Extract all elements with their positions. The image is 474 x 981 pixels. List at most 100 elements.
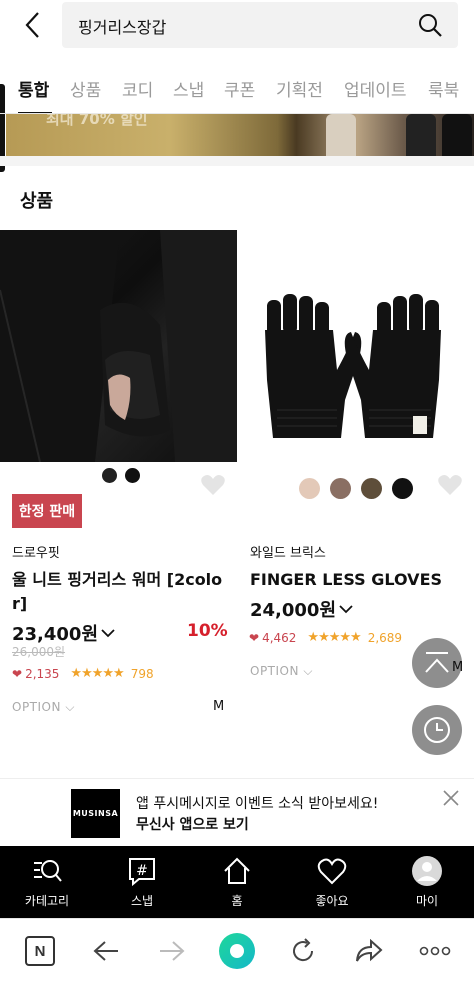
search-icon[interactable]: [416, 11, 444, 39]
promo-message: 앱 푸시메시지로 이벤트 소식 받아보세요!: [136, 796, 379, 812]
tab-lookbook[interactable]: 룩북: [428, 76, 459, 101]
refresh-icon: [293, 938, 314, 962]
option-label: OPTION: [250, 664, 299, 678]
chevron-down-icon: ⌵: [303, 664, 313, 678]
tab-update[interactable]: 업데이트: [344, 76, 407, 101]
clock-icon: [424, 717, 450, 743]
brand-name[interactable]: 드로우핏: [12, 542, 60, 561]
search-tabs: 통합 상품 코디 스냅 쿠폰 기획전 업데이트 룩북: [0, 64, 474, 114]
option-label: OPTION: [12, 700, 61, 714]
nav-label: 스냅: [130, 894, 154, 908]
banner-model: [442, 114, 472, 156]
nav-label: 마이: [415, 894, 439, 908]
nav-category[interactable]: 카테고리: [7, 854, 87, 909]
back-button[interactable]: [14, 8, 50, 42]
browser-back-button[interactable]: [88, 933, 124, 969]
browser-forward-button[interactable]: [154, 933, 190, 969]
profile-icon: [410, 854, 444, 888]
nav-snap[interactable]: # 스냅: [102, 854, 182, 909]
search-query-text: 핑거리스장갑: [78, 18, 167, 37]
browser-share-button[interactable]: [351, 933, 387, 969]
open-app-link[interactable]: 무신사 앱으로 보기: [136, 814, 249, 834]
tab-coupon[interactable]: 쿠폰: [224, 76, 255, 101]
product-card[interactable]: 한정 판매 드로우핏 울 니트 핑거리스 워머 [2colo r] 23,400…: [0, 230, 237, 770]
color-options: [299, 478, 413, 499]
arrow-left-icon: [93, 941, 118, 961]
arrow-up-icon: [425, 652, 449, 673]
product-card[interactable]: 와일드 브릭스 FINGER LESS GLOVES 24,000원 ❤ 4,4…: [237, 230, 474, 770]
nav-label: 카테고리: [24, 894, 70, 908]
search-input[interactable]: 핑거리스장갑: [62, 2, 458, 48]
naver-button[interactable]: N: [22, 933, 58, 969]
option-toggle[interactable]: OPTION ⌵: [250, 664, 313, 679]
like-count: 2,135: [25, 666, 60, 681]
nav-label: 홈: [231, 894, 243, 908]
product-name-cont[interactable]: r]: [12, 592, 27, 616]
discount-rate: 10%: [187, 621, 228, 641]
review-count: 798: [130, 666, 154, 681]
banner-model: [406, 114, 436, 156]
green-dot-icon: [219, 933, 255, 969]
tab-products[interactable]: 상품: [70, 76, 101, 101]
home-icon: [220, 854, 254, 888]
color-swatch[interactable]: [102, 468, 117, 483]
option-toggle[interactable]: OPTION ⌵: [12, 700, 75, 715]
color-swatch[interactable]: [361, 478, 382, 499]
color-swatch[interactable]: [299, 478, 320, 499]
banner-model: [326, 114, 356, 156]
tab-integrated[interactable]: 통합: [18, 76, 49, 101]
category-search-icon: [30, 854, 64, 888]
gloves-illustration: [265, 294, 441, 438]
product-image[interactable]: [0, 230, 237, 462]
nav-my[interactable]: 마이: [387, 854, 467, 909]
nav-label: 좋아요: [315, 894, 349, 908]
arrow-right-icon: [160, 941, 185, 961]
floating-size-label: M: [452, 660, 464, 675]
color-swatch[interactable]: [330, 478, 351, 499]
browser-refresh-button[interactable]: [285, 933, 321, 969]
app-promo-bar[interactable]: MUSINSA 앱 푸시메시지로 이벤트 소식 받아보세요! 무신사 앱으로 보…: [0, 778, 474, 846]
tab-snap[interactable]: 스냅: [173, 76, 204, 101]
tab-coordi[interactable]: 코디: [122, 76, 153, 101]
close-icon[interactable]: [440, 787, 462, 809]
review-count: 2,689: [367, 630, 403, 645]
coat-illustration: [0, 230, 237, 462]
more-dots-icon: [419, 946, 451, 956]
heart-icon[interactable]: [437, 474, 463, 496]
nav-likes[interactable]: 좋아요: [292, 854, 372, 909]
section-title: 상품: [20, 191, 54, 212]
promo-banner[interactable]: 최대 70% 할인: [6, 114, 474, 156]
product-stats: ❤ 4,462 ★★★★★ 2,689: [249, 630, 402, 645]
brand-name[interactable]: 와일드 브릭스: [250, 542, 326, 561]
product-image[interactable]: [237, 230, 474, 462]
rating-stars: ★★★★★: [70, 666, 124, 681]
nav-home[interactable]: 홈: [197, 854, 277, 909]
musinsa-logo: MUSINSA: [71, 789, 120, 838]
heart-icon: [315, 854, 349, 888]
color-options: [102, 468, 140, 483]
section-gap: [0, 156, 474, 166]
product-name[interactable]: 울 니트 핑거리스 워머 [2colo: [12, 568, 222, 592]
original-price: 26,000원: [12, 645, 66, 659]
browser-more-button[interactable]: [417, 933, 453, 969]
chevron-down-icon[interactable]: [338, 604, 354, 614]
naver-n-icon: N: [25, 936, 55, 966]
price-value: 24,000원: [250, 600, 337, 621]
tab-exhibition[interactable]: 기획전: [276, 76, 323, 101]
product-name[interactable]: FINGER LESS GLOVES: [250, 568, 442, 592]
svg-text:#: #: [136, 863, 148, 879]
size-label: M: [213, 699, 225, 714]
recent-history-button[interactable]: [412, 705, 462, 755]
chevron-down-icon[interactable]: [100, 628, 116, 638]
heart-icon[interactable]: [200, 474, 226, 496]
color-swatch[interactable]: [125, 468, 140, 483]
bottom-navigation: 카테고리 # 스냅 홈 좋아요 마이: [0, 846, 474, 918]
like-count: 4,462: [262, 630, 297, 645]
chevron-down-icon: ⌵: [65, 700, 75, 714]
price: 24,000원: [250, 596, 354, 622]
limited-badge: 한정 판매: [12, 494, 82, 528]
chevron-left-icon: [25, 12, 39, 38]
color-swatch[interactable]: [392, 478, 413, 499]
green-dot-button[interactable]: [219, 933, 255, 969]
rating-stars: ★★★★★: [307, 630, 361, 645]
